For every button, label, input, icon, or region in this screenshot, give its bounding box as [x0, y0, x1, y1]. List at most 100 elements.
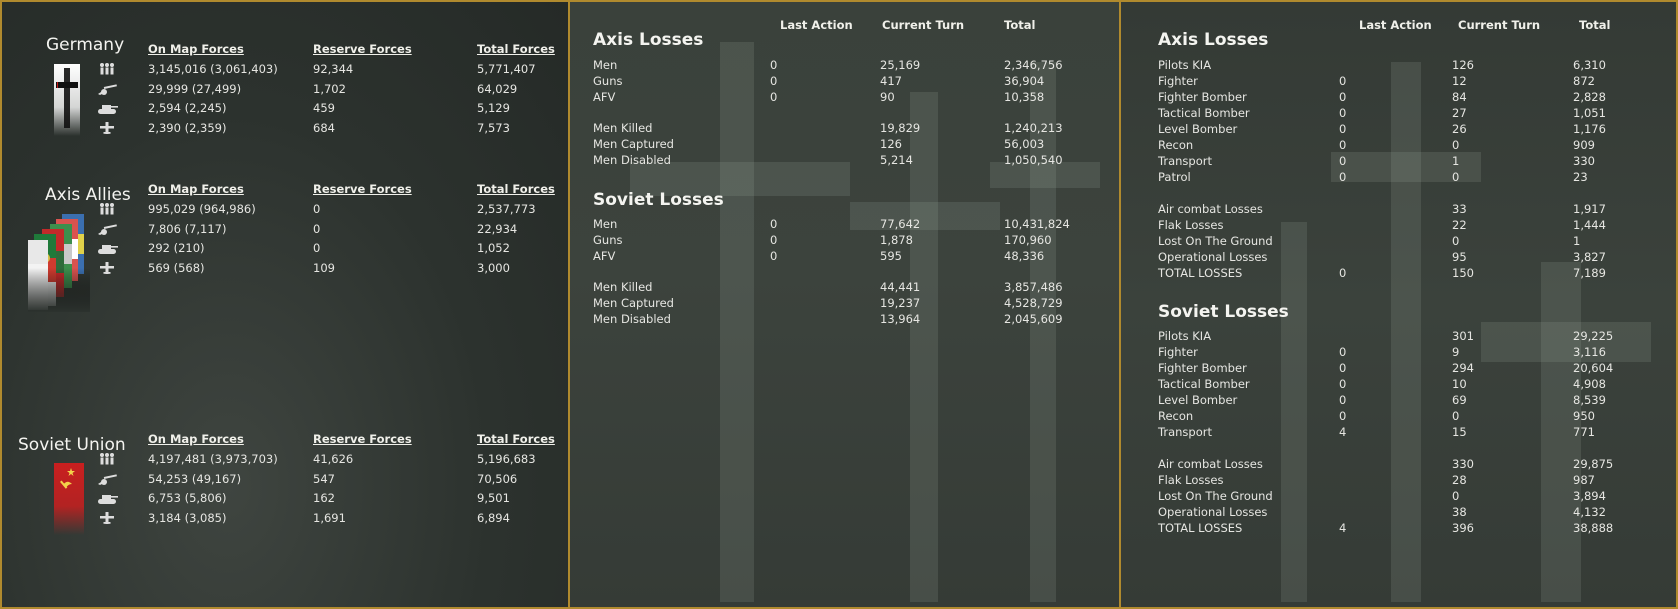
total-value: 2,346,756 [1004, 58, 1063, 72]
germany-aircraft-total: 7,573 [477, 121, 510, 135]
air-total-value: 3,827 [1573, 250, 1606, 264]
soviet-men-total: 5,196,683 [477, 452, 536, 466]
gun-icon [98, 474, 117, 485]
last-action-value: 0 [770, 249, 778, 263]
air-last-action-value: 0 [1339, 106, 1347, 120]
plane-icon [100, 512, 114, 524]
axis-allies-guns-total: 22,934 [477, 222, 518, 236]
air-total-value: 1,444 [1573, 218, 1606, 232]
air-loss-label: Recon [1158, 409, 1194, 423]
air-total-value: 3,894 [1573, 489, 1606, 503]
last-action-header: Last Action [780, 18, 853, 32]
air-loss-label: Fighter [1158, 345, 1198, 359]
air-current-turn-value: 330 [1452, 457, 1474, 471]
air-current-turn-value: 95 [1452, 250, 1467, 264]
air-last-action-value: 4 [1339, 425, 1347, 439]
air-current-turn-value: 0 [1452, 409, 1460, 423]
gun-icon [98, 224, 117, 235]
soviet-men-reserve: 41,626 [313, 452, 354, 466]
air-last-action-value: 0 [1339, 361, 1347, 375]
air-current-turn-value: 126 [1452, 58, 1474, 72]
gun-icon [98, 84, 117, 95]
air-loss-label: TOTAL LOSSES [1158, 521, 1243, 535]
soviet-aircraft-on-map: 3,184 (3,085) [148, 511, 227, 525]
current-turn-value: 19,829 [880, 121, 921, 135]
air-current-turn-value: 12 [1452, 74, 1467, 88]
air-last-action-value: 0 [1339, 154, 1347, 168]
air-current-turn-value: 69 [1452, 393, 1467, 407]
air-current-turn-value: 22 [1452, 218, 1467, 232]
air-total-value: 20,604 [1573, 361, 1614, 375]
air-last-action-value: 0 [1339, 90, 1347, 104]
total-forces-header-2: Total Forces [477, 182, 555, 196]
axis-allies-aircraft-reserve: 109 [313, 261, 335, 275]
axis-allies-aircraft-on-map: 569 (568) [148, 261, 205, 275]
total-value: 36,904 [1004, 74, 1045, 88]
air-loss-label: Fighter Bomber [1158, 361, 1247, 375]
axis-allies-guns-reserve: 0 [313, 222, 321, 236]
air-loss-label: Recon [1158, 138, 1194, 152]
total-value: 1,240,213 [1004, 121, 1063, 135]
germany-men-total: 5,771,407 [477, 62, 536, 76]
last-action-value: 0 [770, 233, 778, 247]
on-map-forces-header: On Map Forces [148, 42, 244, 56]
current-turn-value: 77,642 [880, 217, 921, 231]
air-current-turn-value: 0 [1452, 138, 1460, 152]
air-total-value: 771 [1573, 425, 1595, 439]
current-turn-value: 595 [880, 249, 902, 263]
soviet-men-on-map: 4,197,481 (3,973,703) [148, 452, 278, 466]
loss-label: Men Killed [593, 280, 653, 294]
loss-label: Guns [593, 74, 623, 88]
air-losses-panel: Last Action Current Turn Total Axis Losses P… [1119, 0, 1678, 609]
air-total-value: 29,875 [1573, 457, 1614, 471]
tank-icon [98, 495, 118, 504]
air-last-action-value: 0 [1339, 409, 1347, 423]
total-value: 2,045,609 [1004, 312, 1063, 326]
air-losses-table: Last Action Current Turn Total Axis Losses P… [1121, 2, 1676, 602]
current-turn-header: Current Turn [882, 18, 965, 32]
current-turn-value: 90 [880, 90, 895, 104]
germany-tanks-on-map: 2,594 (2,245) [148, 101, 227, 115]
loss-label: Men Disabled [593, 153, 671, 167]
germany-aircraft-reserve: 684 [313, 121, 335, 135]
air-total-value: 3,116 [1573, 345, 1606, 359]
air-total-value: 23 [1573, 170, 1588, 184]
air-total-value: 872 [1573, 74, 1595, 88]
germany-guns-total: 64,029 [477, 82, 518, 96]
air-total-value: 950 [1573, 409, 1595, 423]
total-value: 1,050,540 [1004, 153, 1063, 167]
germany-tanks-reserve: 459 [313, 101, 335, 115]
axis-allies-guns-on-map: 7,806 (7,117) [148, 222, 227, 236]
on-map-forces-header-3: On Map Forces [148, 432, 244, 446]
axis-allies-men-on-map: 995,029 (964,986) [148, 202, 256, 216]
men-icon [100, 453, 114, 465]
air-current-turn-value: 84 [1452, 90, 1467, 104]
air-loss-label: Operational Losses [1158, 505, 1268, 519]
air-current-turn-value: 9 [1452, 345, 1460, 359]
air-total-value: 4,908 [1573, 377, 1606, 391]
current-turn-value: 417 [880, 74, 902, 88]
air-total-value: 2,828 [1573, 90, 1606, 104]
current-turn-header: Current Turn [1458, 18, 1541, 32]
air-current-turn-value: 28 [1452, 473, 1467, 487]
air-total-value: 38,888 [1573, 521, 1614, 535]
current-turn-value: 44,441 [880, 280, 921, 294]
soviet-guns-reserve: 547 [313, 472, 335, 486]
air-current-turn-value: 26 [1452, 122, 1467, 136]
air-loss-label: Lost On The Ground [1158, 234, 1273, 248]
soviet-tanks-total: 9,501 [477, 491, 510, 505]
air-last-action-value: 0 [1339, 74, 1347, 88]
german-war-flag [54, 64, 80, 136]
soviet-aircraft-reserve: 1,691 [313, 511, 346, 525]
current-turn-value: 5,214 [880, 153, 913, 167]
axis-allies-men-reserve: 0 [313, 202, 321, 216]
air-last-action-value: 0 [1339, 266, 1347, 280]
current-turn-value: 13,964 [880, 312, 921, 326]
air-loss-label: Lost On The Ground [1158, 489, 1273, 503]
air-total-value: 1 [1573, 234, 1581, 248]
total-forces-header-3: Total Forces [477, 432, 555, 446]
air-loss-label: Operational Losses [1158, 250, 1268, 264]
air-last-action-value: 0 [1339, 138, 1347, 152]
air-last-action-value: 0 [1339, 377, 1347, 391]
ground-losses-table: Last Action Current Turn Total Axis Losses M… [570, 2, 1119, 602]
